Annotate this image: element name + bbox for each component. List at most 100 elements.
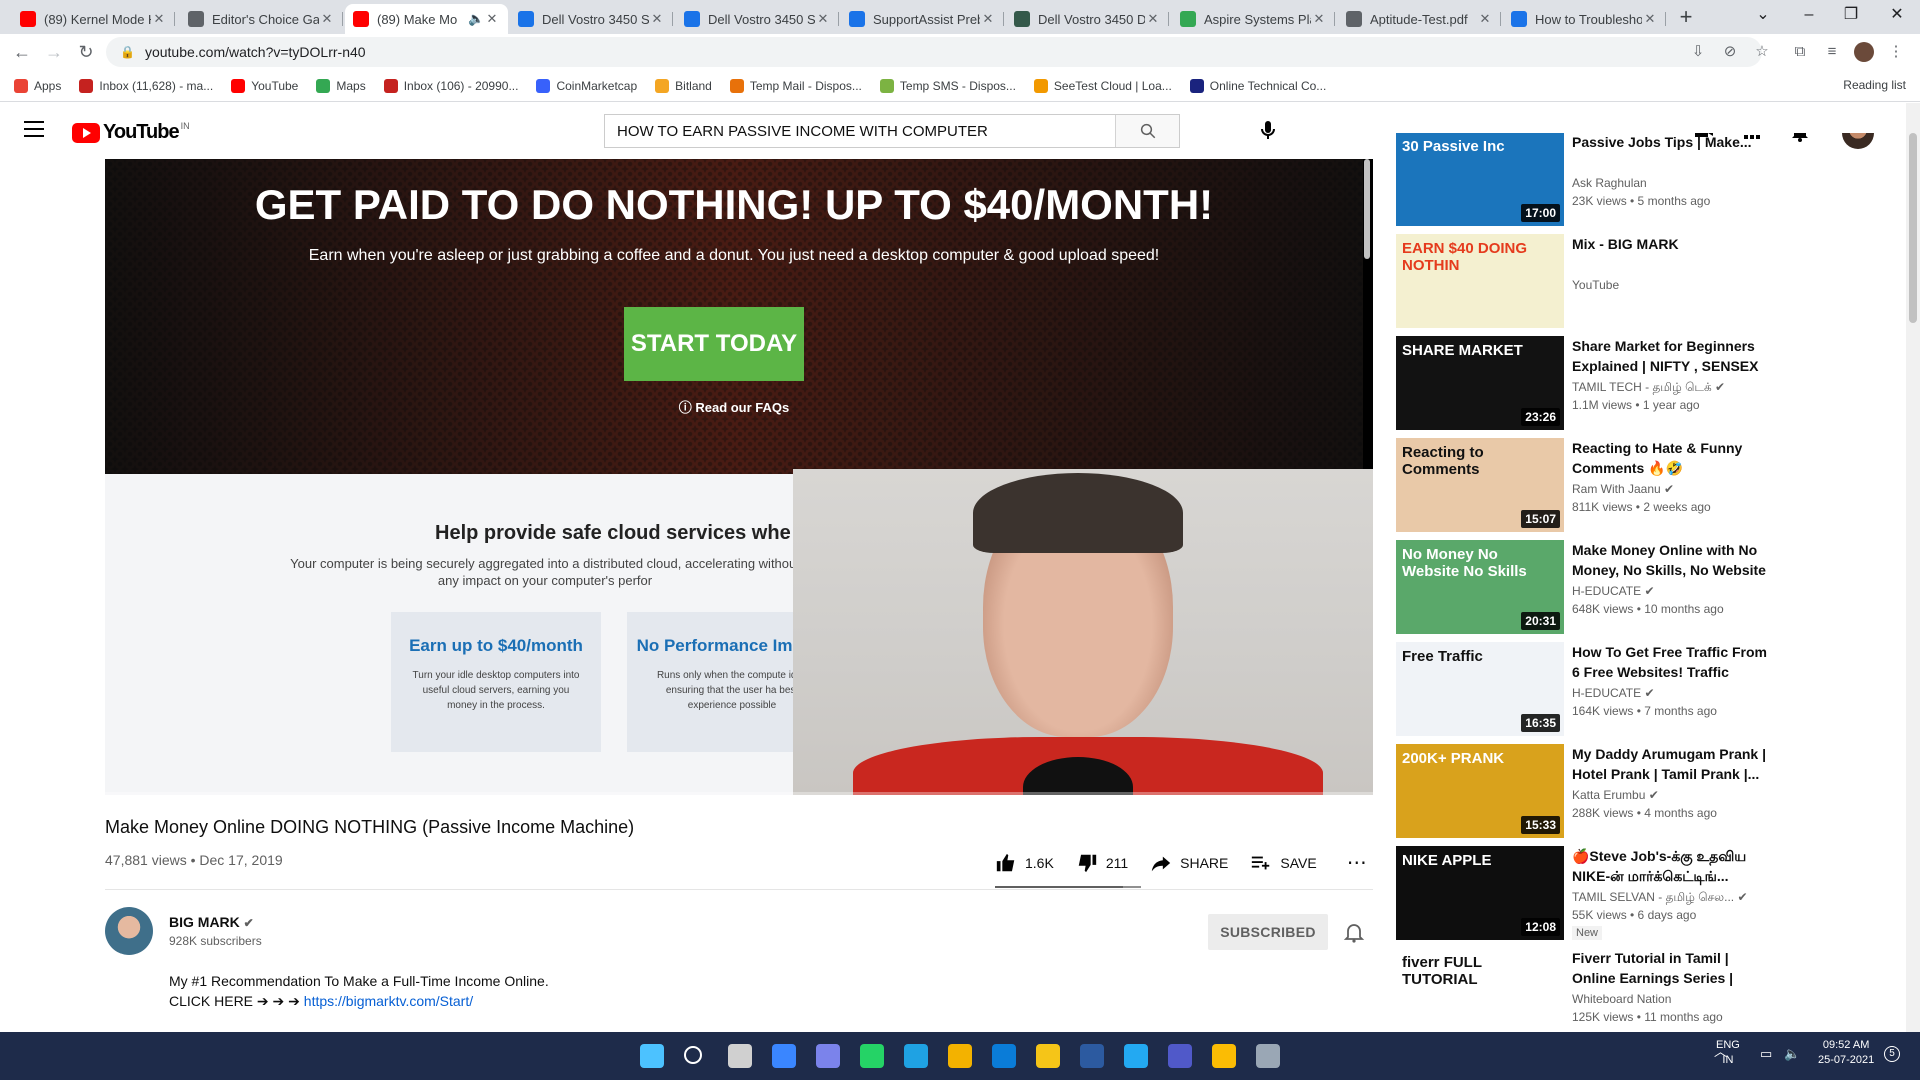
tab-close-icon[interactable]: ✕ <box>319 11 335 27</box>
bookmark-item[interactable]: YouTube <box>231 78 298 93</box>
youtube-logo[interactable]: YouTube IN <box>72 121 190 144</box>
video-progress-bar[interactable] <box>105 792 1373 795</box>
subscribed-button[interactable]: SUBSCRIBED <box>1208 914 1328 950</box>
recommendation-channel[interactable]: Whiteboard Nation <box>1572 992 1671 1006</box>
tab-close-icon[interactable]: ✕ <box>649 11 665 27</box>
recommendation-item[interactable]: SHARE MARKET 23:26 Share Market for Beginn… <box>1396 336 1896 430</box>
browser-tab[interactable]: SupportAssist Preb ✕ <box>841 4 1004 34</box>
video-thumbnail[interactable]: NIKE APPLE 12:08 <box>1396 846 1564 940</box>
channel-name[interactable]: BIG MARK ✔ <box>169 914 254 930</box>
player-scrollbar[interactable] <box>1364 159 1370 259</box>
recommendation-channel[interactable]: Ask Raghulan <box>1572 176 1647 190</box>
video-player[interactable]: GET PAID TO DO NOTHING! UP TO $40/MONTH!… <box>105 159 1373 795</box>
volume-icon[interactable]: 🔈 <box>1784 1046 1800 1061</box>
search-input[interactable] <box>605 115 1115 147</box>
browser-tab[interactable]: (89) Kernel Mode H ✕ <box>12 4 175 34</box>
bookmark-item[interactable]: Temp SMS - Dispos... <box>879 78 1016 93</box>
edge-icon[interactable] <box>904 1044 928 1068</box>
recommendation-item[interactable]: 200K+ PRANK 15:33 My Daddy Arumugam Prank … <box>1396 744 1896 838</box>
bookmark-item[interactable]: SeeTest Cloud | Loa... <box>1033 78 1172 93</box>
tab-close-icon[interactable]: ✕ <box>815 11 831 27</box>
bookmark-item[interactable]: Temp Mail - Dispos... <box>729 78 862 93</box>
recommendation-title[interactable]: How To Get Free Traffic From 6 Free Webs… <box>1572 642 1776 682</box>
widgets-icon[interactable] <box>772 1044 796 1068</box>
bookmark-star-icon[interactable]: ☆ <box>1752 42 1772 62</box>
recommendation-title[interactable]: My Daddy Arumugam Prank | Hotel Prank | … <box>1572 744 1776 784</box>
reload-icon[interactable]: ↻ <box>74 40 98 64</box>
minimize-button[interactable]: – <box>1786 0 1832 30</box>
recommendation-title[interactable]: Make Money Online with No Money, No Skil… <box>1572 540 1776 580</box>
like-button[interactable]: 1.6K <box>995 852 1054 874</box>
recommendation-title[interactable]: Passive Jobs Tips | Make... <box>1572 132 1776 152</box>
browser-tab[interactable]: Dell Vostro 3450 D ✕ <box>1006 4 1169 34</box>
start-icon[interactable] <box>640 1044 664 1068</box>
store-icon[interactable] <box>948 1044 972 1068</box>
browser-tab[interactable]: Aptitude-Test.pdf ✕ <box>1338 4 1501 34</box>
recommendation-channel[interactable]: H-EDUCATE ✔ <box>1572 584 1655 598</box>
back-icon[interactable]: ← <box>10 40 34 64</box>
file-explorer-icon[interactable] <box>1036 1044 1060 1068</box>
browser-tab[interactable]: Dell Vostro 3450 Sy ✕ <box>510 4 673 34</box>
browser-tab[interactable]: (89) Make Mo 🔈 ✕ <box>345 4 508 34</box>
browser-tab[interactable]: How to Troublesho ✕ <box>1503 4 1666 34</box>
dislike-button[interactable]: 211 <box>1076 852 1128 874</box>
video-thumbnail[interactable]: Free Traffic 16:35 <box>1396 642 1564 736</box>
recommendation-title[interactable]: Reacting to Hate & Funny Comments 🔥🤣 <box>1572 438 1776 478</box>
app-icon[interactable] <box>1080 1044 1104 1068</box>
maximize-button[interactable]: ❐ <box>1828 0 1874 30</box>
recommendation-channel[interactable]: TAMIL TECH - தமிழ் டெக் ✔ <box>1572 380 1725 396</box>
remote-desktop-icon[interactable] <box>1256 1044 1280 1068</box>
recommendation-item[interactable]: Reacting to Comments 15:07 Reacting to Hat… <box>1396 438 1896 532</box>
close-window-button[interactable]: ✕ <box>1874 0 1920 30</box>
channel-avatar[interactable] <box>105 907 153 955</box>
teams-icon[interactable] <box>1168 1044 1192 1068</box>
vscode-icon[interactable] <box>1124 1044 1148 1068</box>
bookmark-item[interactable]: Online Technical Co... <box>1189 78 1326 93</box>
video-thumbnail[interactable]: No Money No Website No Skills 20:31 <box>1396 540 1564 634</box>
mail-icon[interactable] <box>992 1044 1016 1068</box>
chrome-icon[interactable] <box>1212 1044 1236 1068</box>
task-view-icon[interactable] <box>728 1044 752 1068</box>
channel-bell-icon[interactable] <box>1342 920 1366 944</box>
tab-close-icon[interactable]: ✕ <box>484 11 500 27</box>
video-thumbnail[interactable]: EARN $40 DOING NOTHIN <box>1396 234 1564 328</box>
menu-kebab-icon[interactable]: ⋮ <box>1886 42 1906 62</box>
tab-close-icon[interactable]: ✕ <box>1145 11 1161 27</box>
video-thumbnail[interactable]: fiverr FULL TUTORIAL <box>1396 948 1564 1042</box>
new-tab-button[interactable]: + <box>1672 4 1700 32</box>
search-button[interactable] <box>1115 115 1179 147</box>
clock[interactable]: 09:52 AM 25-07-2021 <box>1818 1038 1874 1068</box>
recommendation-item[interactable]: EARN $40 DOING NOTHIN Mix - BIG MARK YouTu… <box>1396 234 1896 328</box>
forward-icon[interactable]: → <box>42 40 66 64</box>
save-button[interactable]: SAVE <box>1250 852 1317 874</box>
browser-tab[interactable]: Dell Vostro 3450 Sy ✕ <box>676 4 839 34</box>
recommendation-channel[interactable]: H-EDUCATE ✔ <box>1572 686 1655 700</box>
bookmark-item[interactable]: Apps <box>14 78 61 93</box>
browser-tab[interactable]: Aspire Systems Pla ✕ <box>1172 4 1335 34</box>
video-thumbnail[interactable]: Reacting to Comments 15:07 <box>1396 438 1564 532</box>
recommendation-channel[interactable]: Katta Erumbu ✔ <box>1572 788 1659 802</box>
tab-close-icon[interactable]: ✕ <box>1642 11 1658 27</box>
network-icon[interactable]: ▭ <box>1760 1046 1772 1061</box>
recommendation-channel[interactable]: TAMIL SELVAN - தமிழ் செல... ✔ <box>1572 890 1748 906</box>
bookmark-item[interactable]: Inbox (11,628) - ma... <box>79 78 213 93</box>
recommendation-item[interactable]: Free Traffic 16:35 How To Get Free Traffic… <box>1396 642 1896 736</box>
media-control-icon[interactable]: ≡ <box>1822 42 1842 62</box>
tab-close-icon[interactable]: ✕ <box>151 11 167 27</box>
language-indicator[interactable]: ENG IN <box>1716 1038 1740 1068</box>
menu-icon[interactable] <box>24 121 44 137</box>
share-button[interactable]: SHARE <box>1150 852 1228 874</box>
bookmark-item[interactable]: Inbox (106) - 20990... <box>383 78 518 93</box>
bookmark-item[interactable]: Bitland <box>655 78 712 93</box>
tab-close-icon[interactable]: ✕ <box>1311 11 1327 27</box>
recommendation-channel[interactable]: YouTube <box>1572 278 1619 292</box>
recommendation-item[interactable]: 30 Passive Inc 17:00 Passive Jobs Tips | M… <box>1396 132 1896 226</box>
tab-search-icon[interactable]: ⌄ <box>1740 0 1786 30</box>
reading-list[interactable]: Reading list <box>1843 78 1906 92</box>
bookmark-item[interactable]: CoinMarketcap <box>536 78 637 93</box>
whatsapp-icon[interactable] <box>860 1044 884 1068</box>
search-icon[interactable] <box>684 1046 702 1064</box>
teams-chat-icon[interactable] <box>816 1044 840 1068</box>
profile-avatar[interactable] <box>1854 42 1874 62</box>
recommendation-channel[interactable]: Ram With Jaanu ✔ <box>1572 482 1674 496</box>
